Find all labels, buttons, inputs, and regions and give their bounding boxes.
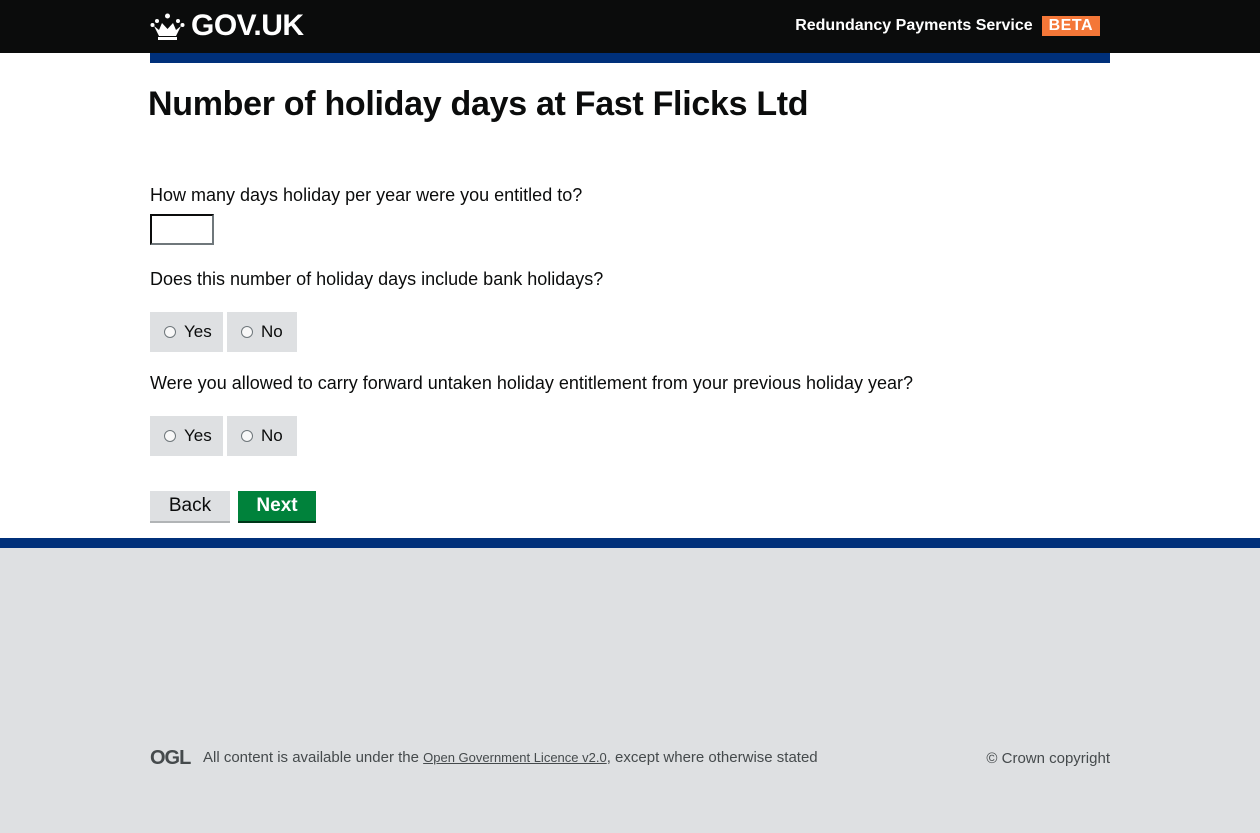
crown-copyright-link[interactable]: © Crown copyright [986,750,1110,767]
radio-label: No [261,322,283,341]
crown-icon [150,13,185,40]
radio-label: No [261,426,283,445]
radio-icon[interactable] [164,430,176,442]
site-header: GOV.UK Redundancy Payments Service BETA [0,0,1260,53]
holiday-days-label: How many days holiday per year were you … [150,185,583,205]
back-button[interactable]: Back [150,491,230,523]
next-button[interactable]: Next [238,491,316,523]
radio-icon[interactable] [164,326,176,338]
radio-icon[interactable] [241,326,253,338]
radio-icon[interactable] [241,430,253,442]
logo-text: GOV.UK [191,9,304,42]
holiday-days-input[interactable] [150,214,214,245]
radio-label: Yes [184,426,212,445]
carry-forward-question: Were you allowed to carry forward untake… [150,373,914,393]
licence-text: All content is available under the Open … [203,749,818,766]
site-footer: OGL All content is available under the O… [0,538,1260,833]
page-title: Number of holiday days at Fast Flicks Lt… [148,85,809,123]
licence-suffix: , except where otherwise stated [606,749,818,766]
main-content: Number of holiday days at Fast Flicks Lt… [148,63,1110,538]
licence-prefix: All content is available under the [203,749,424,766]
bank-holidays-question: Does this number of holiday days include… [150,269,604,289]
carry-forward-yes-option[interactable]: Yes [150,416,223,456]
govuk-logo-link[interactable]: GOV.UK [150,10,304,42]
phase-tag: BETA [1041,16,1100,36]
bank-holidays-yes-option[interactable]: Yes [150,312,223,352]
licence-link[interactable]: Open Government Licence v2.0 [423,750,607,765]
header-brand-bar [150,53,1110,63]
ogl-logo: OGL [150,747,191,769]
bank-holidays-no-option[interactable]: No [227,312,297,352]
service-area: Redundancy Payments Service BETA [795,16,1100,36]
service-name[interactable]: Redundancy Payments Service [795,17,1032,35]
carry-forward-no-option[interactable]: No [227,416,297,456]
radio-label: Yes [184,322,212,341]
